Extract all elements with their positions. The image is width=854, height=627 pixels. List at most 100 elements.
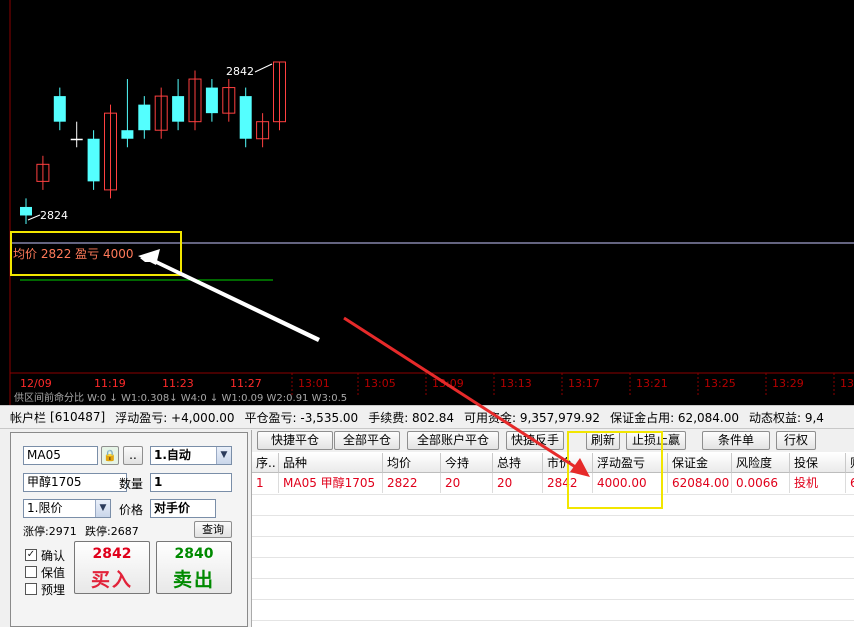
candle-body-down: [87, 138, 100, 182]
table-cell: 投机: [790, 473, 846, 493]
time-label: 13:17: [568, 377, 600, 390]
quantity-input[interactable]: 1: [150, 473, 232, 492]
chevron-down-icon: ▼: [216, 447, 231, 464]
table-cell: 20: [493, 473, 543, 493]
toolbar-button-4[interactable]: 刷新: [586, 431, 620, 450]
column-header[interactable]: 保证金: [668, 453, 732, 473]
confirm-checkbox[interactable]: ✓: [25, 549, 37, 561]
candle-body-flat: [70, 138, 83, 141]
buy-label: 买入: [90, 569, 133, 591]
available-funds: 可用资金: 9,357,979.92: [464, 410, 601, 425]
column-header[interactable]: 今持: [441, 453, 493, 473]
grid-header-row: 序..品种均价今持总持市价浮动盈亏保证金风险度投保则: [252, 453, 854, 473]
time-label: 13:09: [432, 377, 464, 390]
sell-button[interactable]: 2840 卖出: [156, 541, 232, 594]
chevron-down-icon: ▼: [95, 500, 110, 517]
column-header[interactable]: 品种: [279, 453, 383, 473]
toolbar-button-6[interactable]: 条件单: [702, 431, 770, 450]
candle-body-down: [172, 96, 185, 122]
time-label: 13:13: [500, 377, 532, 390]
toolbar-button-5[interactable]: 止损止赢: [626, 431, 686, 450]
high-price-label: 2842: [226, 65, 254, 78]
toolbar-button-2[interactable]: 全部账户平仓: [407, 431, 499, 450]
column-header[interactable]: 风险度: [732, 453, 790, 473]
price-input[interactable]: 对手价: [150, 499, 216, 518]
confirm-label: 确认: [41, 549, 66, 563]
low-price-label: 2824: [40, 209, 68, 222]
price-label: 价格: [119, 503, 144, 517]
column-header[interactable]: 市价: [543, 453, 593, 473]
toolbar-button-0[interactable]: 快捷平仓: [257, 431, 333, 450]
time-label: 11:23: [162, 377, 194, 390]
positions-panel: 快捷平仓 全部平仓 全部账户平仓 快捷反手 刷新 止损止赢 条件单 行权 序.. 品种 均价 今持总…: [251, 430, 854, 627]
table-cell: 62084.00: [668, 473, 732, 493]
hedge-label: 保值: [41, 566, 66, 580]
grid-divider: [252, 578, 854, 579]
candlestick-chart[interactable]: 均价 2822 盈亏 4000 2842 2824 供区间前命分比 W:0 ↓ …: [0, 0, 854, 405]
grid-divider: [252, 536, 854, 537]
time-label: 11:19: [94, 377, 126, 390]
buy-button[interactable]: 2842 买入: [74, 541, 150, 594]
time-label: 13:29: [772, 377, 804, 390]
time-label: 13:33: [840, 377, 854, 390]
time-label: 11:27: [230, 377, 262, 390]
order-panel: MA05 🔒 .. 1.自动 ▼ 甲醇1705 数量 1 1.限价 ▼ 价格 对…: [10, 432, 248, 627]
toolbar-button-7[interactable]: 行权: [776, 431, 816, 450]
mode-select-value: 1.自动: [154, 448, 191, 462]
time-label: 12/09: [20, 377, 52, 390]
table-cell: 6: [846, 473, 854, 493]
positions-toolbar: 快捷平仓 全部平仓 全部账户平仓 快捷反手 刷新 止损止赢 条件单 行权: [252, 430, 854, 452]
sell-label: 卖出: [172, 569, 215, 591]
high-leader-line: [254, 63, 273, 73]
contract-name-field: 甲醇1705: [23, 473, 127, 492]
close-pnl: 平仓盈亏: -3,535.00: [244, 410, 359, 425]
float-pnl: 浮动盈亏: +4,000.00: [115, 410, 235, 425]
account-id: [610487]: [50, 410, 106, 424]
grid-divider: [252, 599, 854, 600]
margin-used: 保证金占用: 62,084.00: [610, 410, 739, 425]
price-type-select[interactable]: 1.限价 ▼: [23, 499, 111, 518]
lock-icon: 🔒: [103, 449, 117, 462]
table-cell: 1: [252, 473, 279, 493]
account-bar-title: 帐户栏: [10, 410, 47, 425]
grid-divider: [252, 515, 854, 516]
lock-button[interactable]: 🔒: [101, 446, 119, 465]
hedge-checkbox[interactable]: [25, 566, 37, 578]
column-header[interactable]: 均价: [383, 453, 441, 473]
fee: 手续费: 802.84: [368, 410, 455, 425]
mode-select[interactable]: 1.自动 ▼: [150, 446, 232, 465]
table-cell: 2822: [383, 473, 441, 493]
sell-price: 2840: [174, 546, 214, 562]
account-bar: 帐户栏 [610487] 浮动盈亏: +4,000.00 平仓盈亏: -3,53…: [0, 405, 854, 429]
dynamic-equity: 动态权益: 9,4: [749, 410, 824, 425]
toolbar-button-1[interactable]: 全部平仓: [334, 431, 400, 450]
table-cell: MA05 甲醇1705: [279, 473, 383, 493]
query-button[interactable]: 查询: [194, 521, 232, 538]
toolbar-button-3[interactable]: 快捷反手: [506, 431, 564, 450]
contract-code-input[interactable]: MA05: [23, 446, 98, 465]
candle-body-down: [53, 96, 66, 122]
contract-picker-button[interactable]: ..: [123, 446, 143, 465]
avg-price-label: 均价 2822 盈亏 4000: [13, 247, 134, 261]
limit-up-label: 涨停:2971: [23, 525, 77, 538]
quantity-label: 数量: [119, 477, 144, 491]
column-header[interactable]: 则: [846, 453, 854, 473]
table-cell: 2842: [543, 473, 593, 493]
time-label: 13:05: [364, 377, 396, 390]
column-header[interactable]: 总持: [493, 453, 543, 473]
candle-body-down: [239, 96, 252, 139]
column-header[interactable]: 浮动盈亏: [593, 453, 668, 473]
candle-body-down: [121, 130, 134, 139]
preorder-checkbox[interactable]: [25, 583, 37, 595]
buy-price: 2842: [92, 546, 132, 562]
candle-body-down: [205, 87, 218, 114]
table-cell: 4000.00: [593, 473, 668, 493]
column-header[interactable]: 投保: [790, 453, 846, 473]
low-leader-line: [27, 214, 41, 221]
candle-body-down: [138, 104, 151, 131]
grid-divider: [252, 494, 854, 495]
column-header[interactable]: 序..: [252, 453, 279, 473]
table-row[interactable]: 1 MA05 甲醇1705 2822 20 20 2842 4000.00 62084.00 0…: [252, 473, 854, 493]
indicator-info: 供区间前命分比 W:0 ↓ W1:0.308↓ W4:0 ↓ W1:0.09 W…: [14, 393, 348, 404]
candle-body-down: [20, 206, 32, 216]
